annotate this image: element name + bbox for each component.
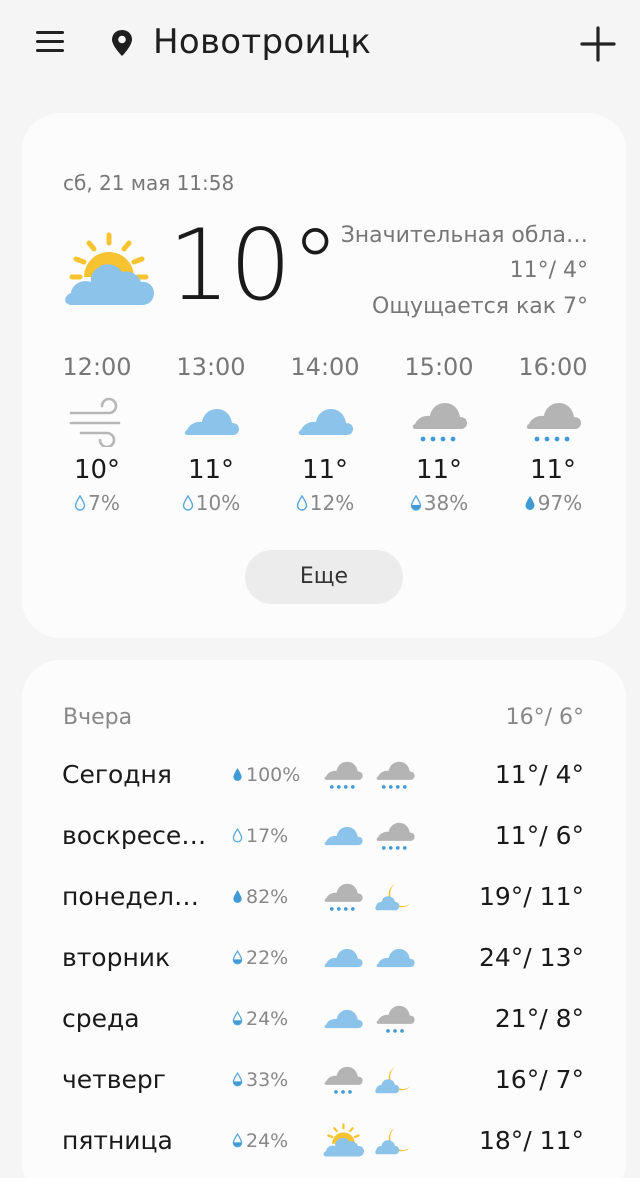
moon-cloud-icon [375, 1066, 411, 1094]
day-temps: 18°/ 11° [479, 1126, 584, 1155]
day-precipitation: 22% [232, 947, 288, 969]
hourly-item: 16:00 11° 97% [498, 353, 608, 515]
rain-cloud-icon [526, 403, 581, 442]
raindrop-outline-icon [182, 494, 193, 511]
day-name: среда [62, 1004, 140, 1033]
day-precipitation: 33% [232, 1069, 288, 1091]
rain-cloud-icon [412, 403, 467, 442]
city-name[interactable]: Новотроицк [153, 22, 371, 62]
hour-precipitation: 38% [384, 491, 494, 515]
hour-time: 12:00 [62, 353, 132, 381]
hourly-item: 12:00 10° 7% [42, 353, 152, 515]
day-precipitation: 24% [232, 1130, 288, 1152]
current-weather-card[interactable]: сб, 21 мая 11:58 10° Значительная обла… … [22, 113, 626, 638]
day-precipitation: 82% [232, 886, 288, 908]
day-name: воскресе… [62, 821, 207, 850]
hour-time: 15:00 [404, 353, 474, 381]
day-temps: 11°/ 4° [494, 760, 584, 789]
moon-cloud-icon [375, 883, 411, 911]
rain-cloud-icon [376, 1005, 415, 1033]
cloud-icon [376, 948, 415, 968]
hour-precipitation: 7% [42, 491, 152, 515]
daily-forecast-card: Вчера 16°/ 6° Сегодня 100% 11°/ 4° воскр… [22, 660, 626, 1178]
rain-cloud-icon [376, 761, 415, 789]
cloud-icon [324, 826, 363, 846]
daily-row-wednesday[interactable]: среда 24% 21°/ 8° [22, 992, 626, 1048]
current-temperature: 10° [168, 209, 340, 323]
raindrop-filled-icon [525, 496, 535, 510]
day-name: пятница [62, 1126, 173, 1155]
hour-temperature: 10° [73, 455, 121, 485]
hourly-item: 14:00 11° 12% [270, 353, 380, 515]
add-location-button[interactable] [578, 24, 618, 64]
daily-row-thursday[interactable]: четверг 33% 16°/ 7° [22, 1053, 626, 1109]
location-pin-icon [112, 30, 132, 56]
daily-row-today[interactable]: Сегодня 100% 11°/ 4° [22, 748, 626, 804]
day-name: четверг [62, 1065, 166, 1094]
cloud-icon [184, 409, 239, 435]
current-high-low: 11°/ 4° [509, 258, 588, 283]
rain-cloud-icon [324, 761, 363, 789]
hour-temperature: 11° [415, 455, 463, 485]
daily-row-monday[interactable]: понедел… 82% 19°/ 11° [22, 870, 626, 926]
raindrop-half-icon [232, 1132, 243, 1148]
raindrop-half-icon [232, 1071, 243, 1087]
hour-temperature: 11° [529, 455, 577, 485]
hour-time: 14:00 [290, 353, 360, 381]
day-temps: 16°/ 7° [494, 1065, 584, 1094]
feels-like: Ощущается как 7° [372, 294, 588, 319]
hourly-item: 15:00 11° 38% [384, 353, 494, 515]
cloud-icon [324, 1009, 363, 1029]
hour-precipitation: 12% [270, 491, 380, 515]
day-temps: 19°/ 11° [479, 882, 584, 911]
raindrop-outline-icon [232, 827, 243, 843]
cloud-icon [298, 409, 353, 435]
daily-row-friday[interactable]: пятница 24% 18°/ 11° [22, 1114, 626, 1170]
hour-time: 16:00 [518, 353, 588, 381]
rain-cloud-icon [324, 1066, 363, 1094]
day-temps: 11°/ 6° [494, 821, 584, 850]
partly-sunny-icon [323, 1123, 364, 1157]
yesterday-temps: 16°/ 6° [505, 705, 584, 730]
day-temps: 24°/ 13° [479, 943, 584, 972]
hour-time: 13:00 [176, 353, 246, 381]
raindrop-outline-icon [296, 494, 307, 511]
day-precipitation: 24% [232, 1008, 288, 1030]
raindrop-half-icon [410, 494, 421, 511]
rain-cloud-icon [376, 822, 415, 850]
raindrop-half-icon [232, 949, 243, 965]
day-temps: 21°/ 8° [494, 1004, 584, 1033]
rain-cloud-icon [324, 883, 363, 911]
hour-temperature: 11° [187, 455, 235, 485]
day-name: Сегодня [62, 760, 172, 789]
moon-cloud-icon [375, 1127, 411, 1155]
day-precipitation: 17% [232, 825, 288, 847]
hour-precipitation: 97% [498, 491, 608, 515]
partly-sunny-icon [65, 232, 154, 305]
day-name: понедел… [62, 882, 200, 911]
top-bar: Новотроицк [0, 0, 640, 88]
hourly-item: 13:00 11° 10% [156, 353, 266, 515]
daily-row-tuesday[interactable]: вторник 22% 24°/ 13° [22, 931, 626, 987]
cloud-icon [324, 948, 363, 968]
hour-precipitation: 10% [156, 491, 266, 515]
raindrop-filled-icon [233, 768, 242, 781]
wind-icon [69, 397, 121, 447]
daily-row-sunday[interactable]: воскресе… 17% 11°/ 6° [22, 809, 626, 865]
weather-description: Значительная обла… [340, 223, 588, 248]
current-date: сб, 21 мая 11:58 [63, 171, 235, 195]
more-button[interactable]: Еще [245, 550, 403, 604]
hour-temperature: 11° [301, 455, 349, 485]
day-precipitation: 100% [232, 764, 300, 786]
raindrop-half-icon [232, 1010, 243, 1026]
day-name: вторник [62, 943, 171, 972]
menu-button[interactable] [36, 28, 66, 56]
raindrop-filled-icon [233, 890, 242, 903]
raindrop-outline-icon [74, 494, 86, 511]
yesterday-label: Вчера [63, 705, 133, 730]
